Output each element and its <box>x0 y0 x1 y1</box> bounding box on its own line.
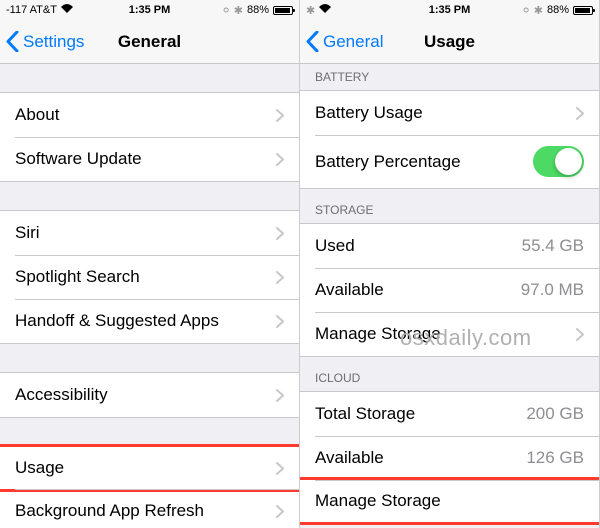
nav-bar: General Usage <box>300 20 599 64</box>
row-label: Usage <box>15 458 64 478</box>
status-carrier: -117 AT&T <box>6 4 57 16</box>
page-title: General <box>118 32 181 52</box>
section-header-storage: STORAGE <box>300 189 599 223</box>
row-icloud-available: Available 126 GB <box>300 436 599 480</box>
chevron-right-icon <box>276 153 284 166</box>
status-battery-pct: 88% <box>247 4 269 16</box>
status-bar: -117 AT&T 1:35 PM ⚪︎ ✱ 88% <box>0 0 299 20</box>
chevron-left-icon <box>6 31 19 52</box>
row-label: Siri <box>15 223 40 243</box>
section-header-battery: BATTERY <box>300 64 599 90</box>
back-button[interactable]: General <box>306 31 383 52</box>
row-value: 97.0 MB <box>521 280 584 300</box>
status-time: 1:35 PM <box>429 4 471 16</box>
chevron-right-icon <box>576 328 584 341</box>
row-icloud-total: Total Storage 200 GB <box>300 392 599 436</box>
back-button[interactable]: Settings <box>6 31 84 52</box>
chevron-right-icon <box>276 109 284 122</box>
row-battery-usage[interactable]: Battery Usage <box>300 91 599 135</box>
content: About Software Update Siri Spotlight Sea… <box>0 64 299 528</box>
battery-icon <box>573 6 593 15</box>
row-value: 200 GB <box>526 404 584 424</box>
row-label: Manage Storage <box>315 491 441 511</box>
row-handoff[interactable]: Handoff & Suggested Apps <box>0 299 299 343</box>
row-label: Manage Storage <box>315 324 441 344</box>
chevron-right-icon <box>276 271 284 284</box>
wifi-icon <box>319 4 331 16</box>
row-value: 126 GB <box>526 448 584 468</box>
chevron-right-icon <box>576 107 584 120</box>
row-label: Available <box>315 280 384 300</box>
row-value: 55.4 GB <box>522 236 584 256</box>
phone-left-general: -117 AT&T 1:35 PM ⚪︎ ✱ 88% Settings Gene… <box>0 0 300 528</box>
back-label: Settings <box>23 32 84 52</box>
wifi-icon <box>61 4 73 16</box>
row-label: Accessibility <box>15 385 108 405</box>
row-siri[interactable]: Siri <box>0 211 299 255</box>
bluetooth-icon: ⚪︎ ✱ <box>521 4 543 17</box>
row-label: Used <box>315 236 355 256</box>
chevron-left-icon <box>306 31 319 52</box>
row-storage-available: Available 97.0 MB <box>300 268 599 312</box>
bluetooth-icon: ⚪︎ ✱ <box>221 4 243 17</box>
battery-percentage-toggle[interactable] <box>533 146 584 177</box>
page-title: Usage <box>424 32 475 52</box>
row-label: Battery Usage <box>315 103 423 123</box>
nav-bar: Settings General <box>0 20 299 64</box>
status-bar: ✱ 1:35 PM ⚪︎ ✱ 88% <box>300 0 599 20</box>
row-usage[interactable]: Usage <box>0 444 299 492</box>
status-time: 1:35 PM <box>129 4 171 16</box>
row-label: Spotlight Search <box>15 267 140 287</box>
row-label: Background App Refresh <box>15 501 204 521</box>
row-battery-percentage: Battery Percentage <box>300 135 599 188</box>
chevron-right-icon <box>276 315 284 328</box>
row-about[interactable]: About <box>0 93 299 137</box>
section-header-icloud: ICLOUD <box>300 357 599 391</box>
chevron-right-icon <box>276 505 284 518</box>
row-label: Software Update <box>15 149 142 169</box>
row-accessibility[interactable]: Accessibility <box>0 373 299 417</box>
row-spotlight-search[interactable]: Spotlight Search <box>0 255 299 299</box>
content: BATTERY Battery Usage Battery Percentage… <box>300 64 599 528</box>
chevron-right-icon <box>276 389 284 402</box>
row-label: Total Storage <box>315 404 415 424</box>
row-storage-used: Used 55.4 GB <box>300 224 599 268</box>
chevron-right-icon <box>276 227 284 240</box>
row-label: Available <box>315 448 384 468</box>
row-manage-storage[interactable]: Manage Storage <box>300 312 599 356</box>
row-label: Battery Percentage <box>315 152 461 172</box>
battery-icon <box>273 6 293 15</box>
status-battery-pct: 88% <box>547 4 569 16</box>
bluetooth-icon: ✱ <box>306 4 315 17</box>
row-label: About <box>15 105 59 125</box>
row-software-update[interactable]: Software Update <box>0 137 299 181</box>
row-background-refresh[interactable]: Background App Refresh <box>0 489 299 528</box>
back-label: General <box>323 32 383 52</box>
phone-right-usage: osxdaily.com ✱ 1:35 PM ⚪︎ ✱ 88% General … <box>300 0 600 528</box>
chevron-right-icon <box>276 462 284 475</box>
row-icloud-manage-storage[interactable]: Manage Storage <box>300 477 599 525</box>
row-label: Handoff & Suggested Apps <box>15 311 219 331</box>
